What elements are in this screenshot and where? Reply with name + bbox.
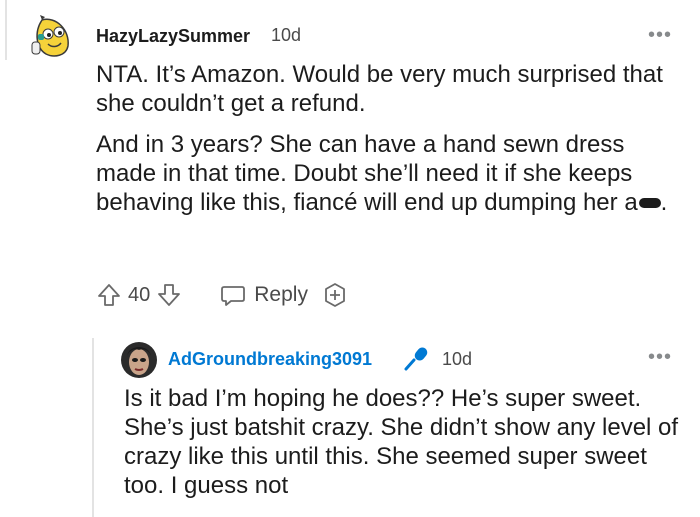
upvote-button[interactable] [96,282,122,308]
comment-actions: 40 Reply [96,280,348,310]
vote-count: 40 [128,283,151,306]
more-options-button[interactable]: ••• [648,25,672,45]
comment-body: NTA. It’s Amazon. Would be very much sur… [96,60,686,229]
comment-time: 10d [271,25,302,45]
user-avatar-icon[interactable] [121,342,157,378]
arrow-down-icon [158,284,181,306]
reply-body: Is it bad I’m hoping he does?? He’s supe… [124,385,679,499]
reply-more-options-button[interactable]: ••• [648,347,672,367]
reply-username[interactable]: AdGroundbreaking3091 [168,349,372,370]
speech-bubble-icon [221,286,246,306]
comment-paragraph-2-end: . [660,189,668,216]
plus-award-icon [325,283,345,307]
reply-label: Reply [254,283,308,306]
username[interactable]: HazyLazySummer [96,26,250,47]
comment-paragraph-1: NTA. It’s Amazon. Would be very much sur… [96,61,663,117]
reply-time: 10d [442,349,473,369]
thread-line [5,0,7,60]
microphone-icon [404,347,428,371]
award-button[interactable] [322,282,348,308]
redaction-mark [638,198,661,208]
arrow-up-icon [98,284,120,306]
comment-paragraph-2: And in 3 years? She can have a hand sewn… [96,130,686,217]
comment-paragraph-2-text: And in 3 years? She can have a hand sewn… [96,131,638,216]
downvote-button[interactable] [156,282,182,308]
reply-button[interactable]: Reply [220,282,308,308]
reply-thread-line [92,338,94,517]
banana-avatar-icon[interactable] [26,12,74,60]
